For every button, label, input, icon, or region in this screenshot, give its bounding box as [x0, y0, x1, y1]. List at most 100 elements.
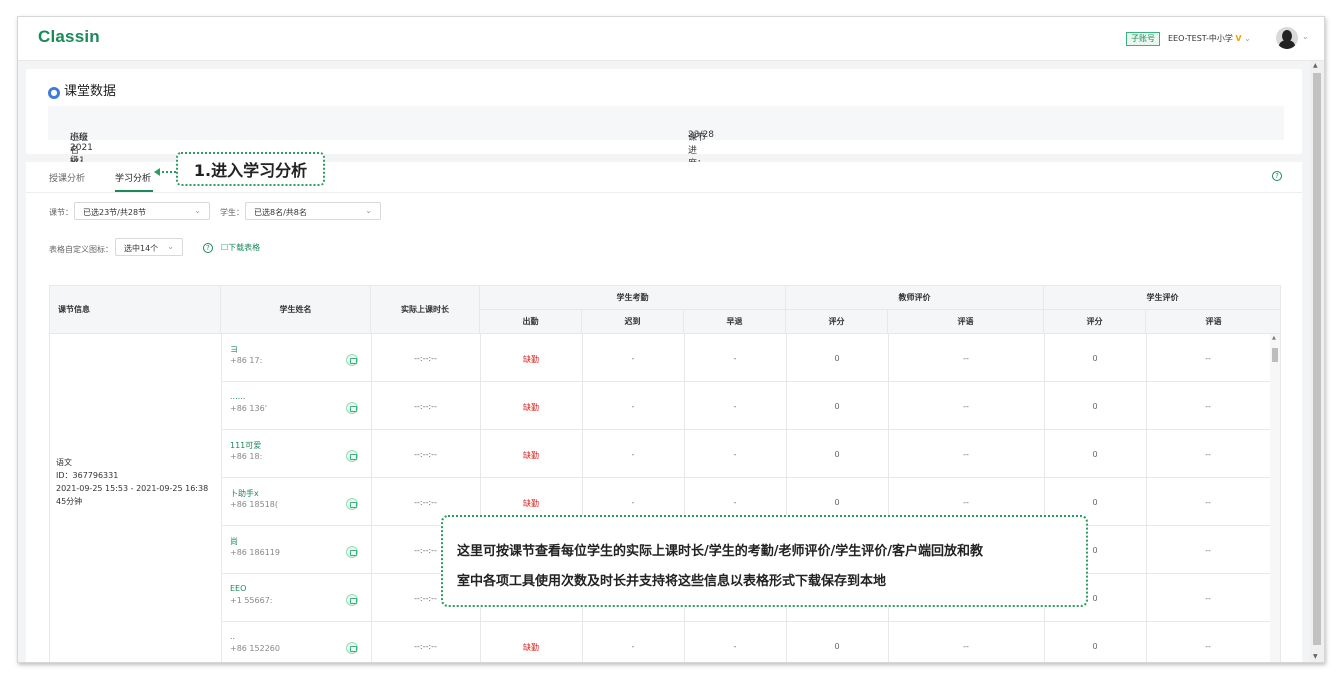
table-cell-attendance: 缺勤 [523, 643, 539, 652]
chevron-down-icon[interactable]: ⌄ [1302, 32, 1309, 41]
playback-icon[interactable] [346, 642, 358, 654]
scrollbar-thumb[interactable] [1272, 348, 1278, 362]
student-name: 111可爱 [230, 441, 262, 450]
student-name: .. [230, 632, 236, 641]
column-divider [684, 334, 685, 662]
table-cell-t-comment: -- [963, 354, 969, 363]
col-student-comment: 评语 [1146, 310, 1280, 334]
student-phone: +86 186119 [230, 548, 280, 557]
note-line-1: 这里可按课节查看每位学生的实际上课时长/学生的考勤/老师评价/学生评价/客户端回… [457, 544, 983, 559]
download-label: 下载表格 [228, 243, 261, 252]
download-table-link[interactable]: ☐下载表格 [221, 242, 260, 253]
table-cell-s-score: 0 [1092, 498, 1098, 507]
table-cell-early: - [733, 450, 737, 459]
table-cell-duration: --:--:-- [414, 450, 437, 459]
feature-note-callout: 这里可按课节查看每位学生的实际上课时长/学生的考勤/老师评价/学生评价/客户端回… [441, 515, 1088, 607]
row-divider [221, 621, 1280, 622]
table-cell-attendance: 缺勤 [523, 403, 539, 412]
col-teacher-score: 评分 [786, 310, 888, 334]
lesson-id: ID：367796331 [56, 471, 119, 480]
table-cell-s-comment: -- [1205, 594, 1211, 603]
table-cell-s-comment: -- [1205, 402, 1211, 411]
progress-value: 23/28 [688, 130, 714, 140]
table-cell-attendance: 缺勤 [523, 451, 539, 460]
callout-arrow [154, 168, 176, 176]
lesson-select[interactable]: 已选23节/共28节 ⌄ [74, 202, 210, 220]
student-name: 卜助手x [230, 489, 259, 498]
row-divider [221, 477, 1280, 478]
column-divider [371, 334, 372, 662]
scroll-up-icon[interactable]: ▲ [1313, 62, 1318, 69]
metrics-filter-label: 表格自定义图标： [49, 245, 113, 254]
lesson-subject: 语文 [56, 458, 72, 467]
table-cell-late: - [631, 642, 635, 651]
metrics-select[interactable]: 选中14个 ⌄ [115, 238, 183, 256]
chevron-down-icon: ⌄ [167, 242, 174, 251]
scroll-up-icon[interactable]: ▲ [1272, 335, 1276, 341]
column-divider [888, 334, 889, 662]
table-cell-s-score: 0 [1092, 354, 1098, 363]
page-scrollbar[interactable]: ▲ ▼ [1310, 61, 1324, 662]
vip-icon: V [1235, 34, 1242, 43]
avatar[interactable] [1276, 27, 1298, 49]
step1-callout: 1.进入学习分析 [176, 152, 325, 186]
table-cell-s-score: 0 [1092, 450, 1098, 459]
table-cell-late: - [631, 450, 635, 459]
chevron-down-icon: ⌄ [365, 206, 372, 215]
table-cell-t-score: 0 [834, 642, 840, 651]
column-divider [480, 334, 481, 662]
student-select-value: 已选8名/共8名 [254, 208, 307, 217]
tabs-divider [26, 192, 1302, 193]
class-summary-card: ● 课堂数据 班级名称：小班2021级1班 课节进度：23/28 [26, 69, 1302, 179]
student-phone: +86 18518( [230, 500, 278, 509]
scroll-down-icon[interactable]: ▼ [1313, 653, 1318, 660]
table-cell-attendance: 缺勤 [523, 355, 539, 364]
tab-learning-analysis[interactable]: 学习分析 [115, 171, 151, 184]
student-select[interactable]: 已选8名/共8名 ⌄ [245, 202, 381, 220]
table-cell-late: - [631, 498, 635, 507]
col-late: 迟到 [582, 310, 684, 334]
col-group-teacher-eval: 教师评价 [786, 286, 1044, 310]
col-early-leave: 早退 [684, 310, 786, 334]
playback-icon[interactable] [346, 594, 358, 606]
column-divider [221, 334, 222, 662]
row-divider [221, 429, 1280, 430]
table-cell-s-comment: -- [1205, 642, 1211, 651]
table-cell-t-score: 0 [834, 498, 840, 507]
student-phone: +1 55667: [230, 596, 273, 605]
data-icon: ● [48, 87, 60, 99]
table-cell-early: - [733, 354, 737, 363]
col-attendance: 出勤 [480, 310, 582, 334]
table-cell-duration: --:--:-- [414, 354, 437, 363]
col-lesson-info: 课节信息 [50, 286, 221, 334]
scrollbar-thumb[interactable] [1313, 73, 1321, 645]
student-name: ヨ [230, 345, 238, 354]
table-cell-s-score: 0 [1092, 642, 1098, 651]
table-cell-s-comment: -- [1205, 546, 1211, 555]
tab-teaching-analysis[interactable]: 授课分析 [49, 171, 85, 184]
table-scrollbar[interactable]: ▲ [1270, 334, 1280, 662]
chevron-down-icon: ⌄ [1244, 34, 1251, 43]
column-divider [1146, 334, 1147, 662]
playback-icon[interactable] [346, 450, 358, 462]
col-group-student-eval: 学生评价 [1044, 286, 1280, 310]
playback-icon[interactable] [346, 498, 358, 510]
help-icon[interactable]: ? [203, 243, 213, 253]
lesson-info-cell: 语文 ID：367796331 2021-09-25 15:53 - 2021-… [56, 456, 208, 508]
table-cell-duration: --:--:-- [414, 642, 437, 651]
account-switcher[interactable]: EEO-TEST-中小学 V ⌄ [1168, 32, 1251, 46]
table-cell-late: - [631, 402, 635, 411]
playback-icon[interactable] [346, 546, 358, 558]
classin-logo[interactable]: Classin [38, 27, 100, 47]
table-cell-t-comment: -- [963, 402, 969, 411]
table-cell-t-score: 0 [834, 354, 840, 363]
column-divider [582, 334, 583, 662]
help-icon[interactable]: ? [1272, 171, 1282, 181]
playback-icon[interactable] [346, 354, 358, 366]
student-name: ...... [230, 392, 246, 401]
playback-icon[interactable] [346, 402, 358, 414]
col-actual-duration: 实际上课时长 [371, 286, 480, 334]
table-cell-t-score: 0 [834, 402, 840, 411]
metrics-select-value: 选中14个 [124, 244, 159, 253]
table-cell-s-score: 0 [1092, 402, 1098, 411]
